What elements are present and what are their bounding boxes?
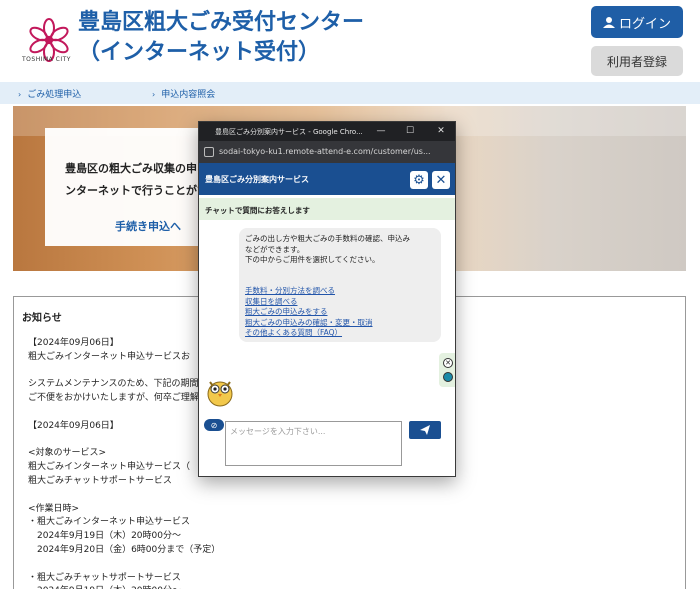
site-title-line2: （インターネット受付） xyxy=(78,40,321,65)
chat-subheader-text: チャットで質問にお答えします xyxy=(205,206,310,215)
logo-caption: TOSHIMA CITY xyxy=(22,56,71,63)
nav-item-garbage-request[interactable]: › ごみ処理申込 xyxy=(18,87,81,100)
maximize-icon[interactable]: ☐ xyxy=(401,124,419,138)
site-header: TOSHIMA CITY 豊島区粗大ごみ受付センター （インターネット受付） ロ… xyxy=(0,0,700,80)
apply-link[interactable]: 手続き申込へ xyxy=(115,218,181,234)
option-collection-day-link[interactable]: 収集日を調べる xyxy=(245,297,373,308)
side-close-icon[interactable]: ✕ xyxy=(443,358,453,368)
url-text: sodai-tokyo-ku1.remote-attend-e.com/cust… xyxy=(219,147,431,156)
window-title: 豊島区ごみ分別案内サービス - Google Chro... xyxy=(215,128,363,136)
option-fee-link[interactable]: 手数料・分別方法を調べる xyxy=(245,286,373,297)
hero-text: 豊島区の粗大ごみ収集の申し ンターネットで行うことがで xyxy=(65,162,208,197)
window-close-icon[interactable]: ✕ xyxy=(432,124,450,138)
attach-icon[interactable]: ⊘ xyxy=(204,419,224,431)
nav-item-inquiry[interactable]: › 申込内容照会 xyxy=(152,87,215,100)
bot-message-text: ごみの出し方や粗大ごみの手数料の確認、申込み などができます。 下の中からご用件… xyxy=(245,234,410,264)
nav-item-label: ごみ処理申込 xyxy=(27,90,82,100)
minimize-icon[interactable]: — xyxy=(372,124,390,138)
option-check-change-link[interactable]: 粗大ごみの申込みの確認・変更・取消 xyxy=(245,318,373,329)
notice-body: 【2024年09月06日】 粗大ごみインターネット申込サービスお システムメンテ… xyxy=(28,338,221,589)
send-button[interactable] xyxy=(409,421,441,439)
login-label: ログイン xyxy=(618,16,671,32)
chat-popup-window: 豊島区ごみ分別案内サービス - Google Chro... — ☐ ✕ sod… xyxy=(198,121,456,477)
gear-icon[interactable]: ⚙ xyxy=(410,171,428,189)
nav-item-label: 申込内容照会 xyxy=(161,90,216,100)
owl-mascot-icon xyxy=(207,381,233,407)
chat-header: 豊島区ごみ分別案内サービス ⚙ ✕ xyxy=(199,163,455,195)
site-title-line1: 豊島区粗大ごみ受付センター xyxy=(78,10,365,35)
bot-message-bubble: ごみの出し方や粗大ごみの手数料の確認、申込み などができます。 下の中からご用件… xyxy=(239,228,441,342)
option-faq-link[interactable]: その他よくある質問（FAQ） xyxy=(245,328,373,339)
chevron-right-icon: › xyxy=(18,90,22,99)
message-input[interactable]: メッセージを入力下さい... xyxy=(225,421,402,466)
option-list: 手数料・分別方法を調べる 収集日を調べる 粗大ごみの申込みをする 粗大ごみの申込… xyxy=(245,286,373,339)
chat-header-title: 豊島区ごみ分別案内サービス xyxy=(205,175,309,184)
site-info-icon[interactable] xyxy=(204,147,214,157)
side-chat-icon[interactable] xyxy=(443,372,453,382)
register-button[interactable]: 利用者登録 xyxy=(591,46,683,76)
main-nav: › ごみ処理申込 › 申込内容照会 xyxy=(0,82,700,104)
close-icon[interactable]: ✕ xyxy=(432,171,450,189)
login-button[interactable]: ログイン xyxy=(591,6,683,38)
send-icon xyxy=(420,425,430,435)
chat-subheader: チャットで質問にお答えします xyxy=(199,198,455,220)
notice-title: お知らせ xyxy=(22,313,62,324)
chevron-right-icon: › xyxy=(152,90,156,99)
user-icon xyxy=(602,17,615,28)
url-bar[interactable]: sodai-tokyo-ku1.remote-attend-e.com/cust… xyxy=(199,141,455,163)
option-apply-link[interactable]: 粗大ごみの申込みをする xyxy=(245,307,373,318)
site-title[interactable]: 豊島区粗大ごみ受付センター （インターネット受付） xyxy=(78,8,364,68)
window-titlebar[interactable]: 豊島区ごみ分別案内サービス - Google Chro... — ☐ ✕ xyxy=(199,122,455,141)
